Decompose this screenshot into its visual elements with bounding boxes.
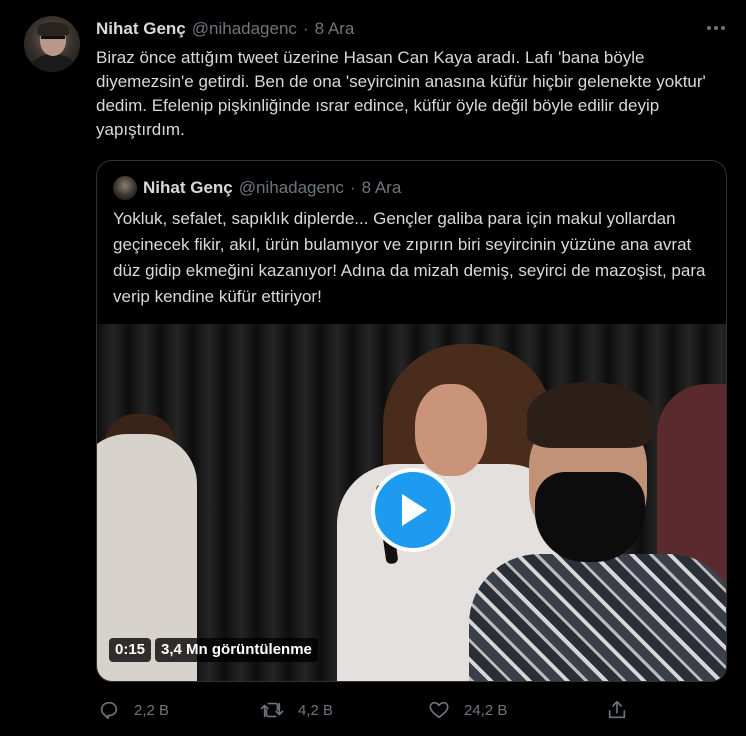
author-avatar[interactable] [24,16,80,72]
retweet-icon [260,702,284,718]
tweet[interactable]: Nihat Genç @nihadagenc · 8 Ara Biraz önc… [0,0,746,736]
more-options-button[interactable] [702,16,730,40]
quoted-tweet-header: Nihat Genç @nihadagenc · 8 Ara [143,177,401,199]
like-count: 24,2 B [464,701,508,719]
like-button[interactable]: 24,2 B [428,696,507,724]
tweet-header: Nihat Genç @nihadagenc · 8 Ara [96,18,354,40]
quoted-author-name: Nihat Genç [143,178,233,197]
video-player[interactable]: 0:15 3,4 Mn görüntülenme [97,324,726,681]
quoted-author-handle: @nihadagenc [238,178,344,197]
tweet-actions: 2,2 B 4,2 B 24,2 B [96,696,636,724]
quoted-tweet-text: Yokluk, sefalet, sapıklık diplerde... Ge… [113,209,706,306]
quoted-tweet[interactable]: Nihat Genç @nihadagenc · 8 Ara Yokluk, s… [96,160,727,682]
quoted-header-separator: · [349,178,356,197]
header-separator: · [302,19,309,38]
tweet-date[interactable]: 8 Ara [315,19,355,39]
reply-button[interactable]: 2,2 B [98,696,169,724]
author-handle[interactable]: @nihadagenc [192,19,297,39]
heart-icon [429,701,449,719]
play-button[interactable] [371,468,455,552]
play-icon [402,494,427,526]
retweet-count: 4,2 B [298,701,334,719]
video-view-count: 3,4 Mn görüntülenme [155,638,318,662]
video-figure-man-hair [527,382,653,448]
tweet-text: Biraz önce attığım tweet üzerine Hasan C… [96,48,706,139]
share-button[interactable] [606,696,628,724]
video-figure-man-body [469,554,726,681]
reply-count: 2,2 B [134,701,170,719]
video-duration: 0:15 [109,638,152,662]
video-badges: 0:15 3,4 Mn görüntülenme [109,638,318,662]
video-figure-woman-face [415,384,487,476]
video-figure-man-mask [535,472,645,562]
reply-icon [100,701,118,720]
author-name[interactable]: Nihat Genç [96,19,186,39]
more-dots-icon [707,26,725,30]
quoted-author-avatar[interactable] [113,176,137,200]
retweet-button[interactable]: 4,2 B [260,696,333,724]
quoted-tweet-date: 8 Ara [361,178,402,197]
share-icon [608,700,626,719]
